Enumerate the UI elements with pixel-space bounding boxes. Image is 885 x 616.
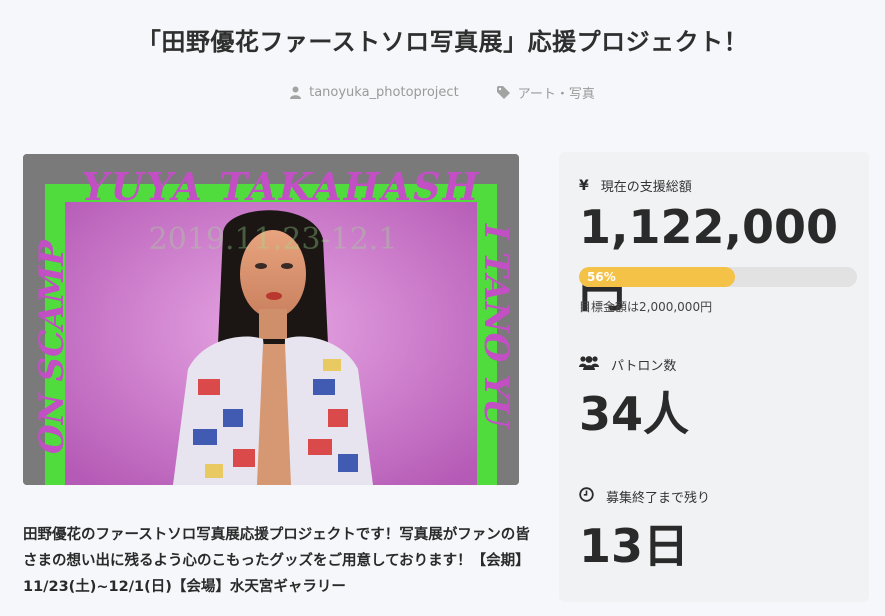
remaining-label-row: 募集終了まで残り (579, 487, 710, 506)
category-link[interactable]: アート・写真 (496, 83, 595, 102)
users-icon (579, 355, 599, 374)
amount-label: 現在の支援総額 (600, 180, 692, 195)
banner-left-text: ON SCAMP (32, 239, 72, 454)
project-meta: tanoyuka_photoproject アート・写真 (0, 83, 885, 102)
stats-card: ¥ 現在の支援総額 1,122,000円 56% 目標金額は2,000,000円… (559, 152, 869, 602)
remaining-value: 13日 (579, 519, 690, 573)
banner-right-text: I TANO YU (476, 223, 516, 430)
amount-label-row: ¥ 現在の支援総額 (579, 176, 692, 196)
funding-progress-bar: 56% (579, 267, 857, 287)
yen-icon: ¥ (579, 177, 589, 194)
goal-amount: 目標金額は2,000,000円 (579, 300, 713, 314)
author-name: tanoyuka_photoproject (309, 85, 459, 100)
banner-top-text: YUYA TAKAHASH (81, 164, 480, 209)
tag-icon (496, 86, 510, 99)
project-description: 田野優花のファーストソロ写真展応援プロジェクトです！写真展がファンの皆さまの想い… (23, 527, 530, 595)
progress-fill: 56% (579, 267, 735, 287)
category-name: アート・写真 (517, 87, 595, 102)
author-link[interactable]: tanoyuka_photoproject (290, 83, 459, 102)
page-title: 「田野優花ファーストソロ写真展」応援プロジェクト！ (136, 28, 749, 56)
overlay-date-text: 2019.11.23-12.1 (149, 222, 398, 257)
project-hero-image: 2019.11.23-12.1 YUYA TAKAHASH ON SCAMP I… (23, 154, 519, 485)
patrons-label: パトロン数 (611, 359, 677, 374)
patrons-label-row: パトロン数 (579, 355, 676, 374)
patrons-value: 34人 (579, 387, 690, 441)
remaining-label: 募集終了まで残り (606, 491, 711, 506)
user-icon (290, 86, 302, 99)
progress-percent: 56% (587, 270, 616, 284)
clock-icon (579, 487, 594, 506)
